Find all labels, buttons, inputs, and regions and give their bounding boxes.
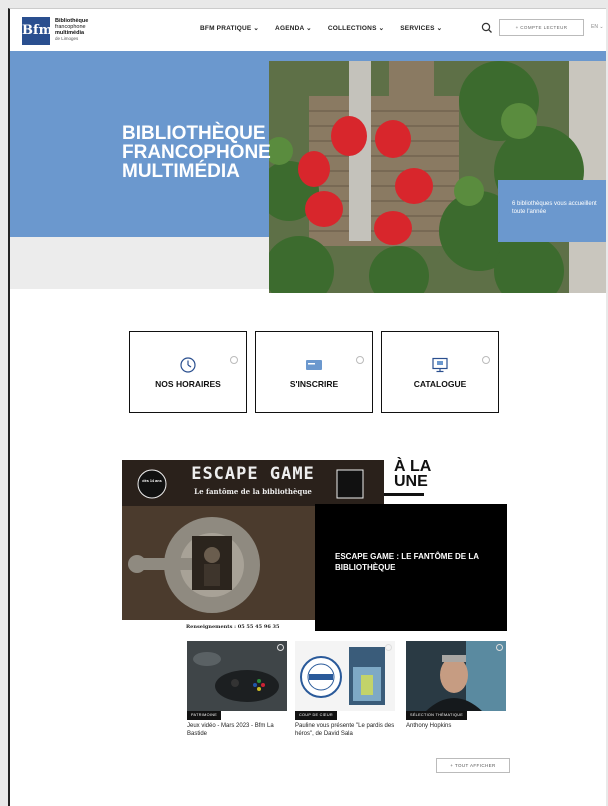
card-pin-icon xyxy=(385,644,392,651)
monitor-icon xyxy=(432,357,448,373)
tile-label: S'INSCRIRE xyxy=(289,379,339,389)
hero-title: BIBLIOTHÈQUE FRANCOPHONE MULTIMÉDIA xyxy=(122,123,271,182)
card-tag: COUP DE CŒUR xyxy=(295,711,337,720)
feature-headline: ESCAPE GAME : LE FANTÔME DE LA BIBLIOTHÈ… xyxy=(335,552,479,572)
card-tag: PATRIMOINE xyxy=(187,711,222,720)
section-title-underline xyxy=(384,493,424,496)
logo-mark: Bfm xyxy=(22,17,52,45)
card-title: Anthony Hopkins xyxy=(406,723,452,729)
show-all-button[interactable]: + TOUT AFFICHER xyxy=(436,758,510,773)
tile-check-icon xyxy=(482,356,490,364)
poster-subtitle: Le fantôme de la bibliothèque xyxy=(194,487,312,496)
main-nav: BFM PRATIQUE ⌄ AGENDA ⌄ COLLECTIONS ⌄ SE… xyxy=(200,24,442,32)
page-frame: Bfm Bibliothèque francophone multimédia … xyxy=(8,8,606,806)
account-button[interactable]: + COMPTE LECTEUR xyxy=(499,19,584,36)
hero-caption[interactable]: 6 bibliothèques vous accueillent toute l… xyxy=(498,180,606,242)
card-title: Pauline vous présente "Le pardis des hér… xyxy=(295,723,395,737)
nav-bfm-pratique[interactable]: BFM PRATIQUE ⌄ xyxy=(200,24,259,32)
card-pin-icon xyxy=(277,644,284,651)
poster-age-badge: dès 14 ans xyxy=(142,479,162,483)
poster-footer: Renseignements : 05 55 45 96 35 xyxy=(122,620,318,634)
card-icon xyxy=(306,360,322,370)
card-thumbnail xyxy=(187,641,287,711)
card-tag: SÉLECTION THÉMATIQUE xyxy=(406,711,468,720)
nav-collections[interactable]: COLLECTIONS ⌄ xyxy=(328,24,384,32)
tile-catalogue[interactable]: CATALOGUE xyxy=(381,331,499,413)
language-selector[interactable]: EN ⌄ xyxy=(591,24,604,30)
logo-subtitle: de Limoges xyxy=(55,36,79,41)
card-pin-icon xyxy=(496,644,503,651)
nav-services[interactable]: SERVICES ⌄ xyxy=(400,24,442,32)
poster-footer-text: Renseignements : 05 55 45 96 35 xyxy=(186,624,280,630)
feature-headline-box[interactable]: ESCAPE GAME : LE FANTÔME DE LA BIBLIOTHÈ… xyxy=(315,504,507,631)
section-title-a-la-une: À LA UNE xyxy=(394,458,431,490)
search-icon[interactable] xyxy=(480,21,494,35)
tile-sinscrire[interactable]: S'INSCRIRE xyxy=(255,331,373,413)
tile-label: NOS HORAIRES xyxy=(155,379,221,389)
site-logo[interactable]: Bfm Bibliothèque francophone multimédia … xyxy=(22,17,112,45)
nav-agenda[interactable]: AGENDA ⌄ xyxy=(275,24,312,32)
logo-text: Bibliothèque francophone multimédia de L… xyxy=(55,18,115,42)
card-thumbnail xyxy=(406,641,506,711)
site-header: Bfm Bibliothèque francophone multimédia … xyxy=(10,9,606,51)
tile-check-icon xyxy=(356,356,364,364)
card-thumbnail xyxy=(295,641,395,711)
tile-nos-horaires[interactable]: NOS HORAIRES xyxy=(129,331,247,413)
tile-check-icon xyxy=(230,356,238,364)
clock-icon xyxy=(180,357,196,373)
tile-label: CATALOGUE xyxy=(413,379,467,389)
card-title: Jeux vidéo - Mars 2023 - Bfm La Bastide xyxy=(187,723,274,737)
